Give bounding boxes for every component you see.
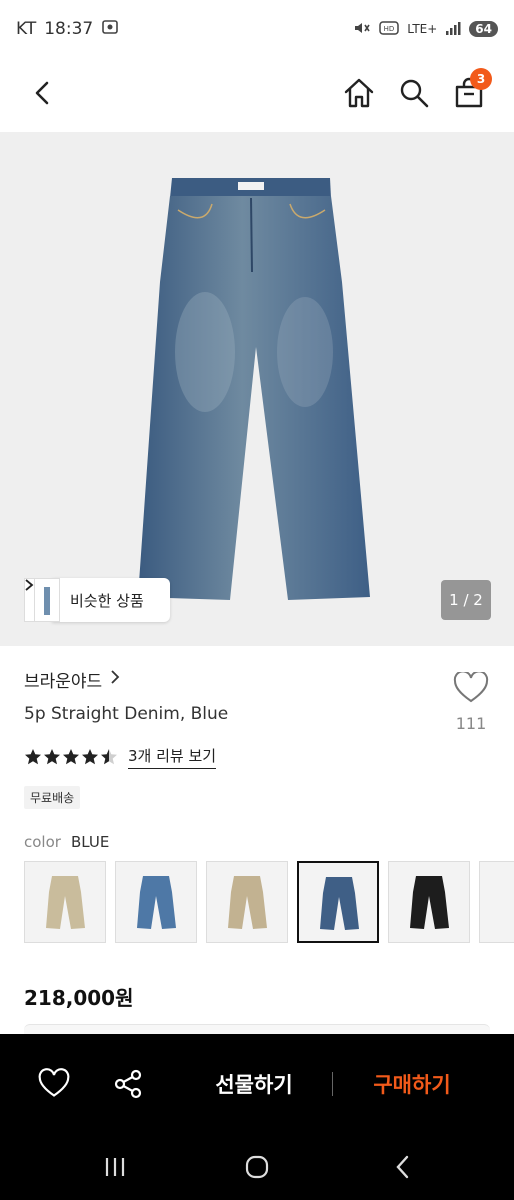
status-left: KT 18:37 <box>16 19 119 40</box>
recent-apps-icon[interactable] <box>100 1152 130 1182</box>
color-swatches <box>24 861 514 945</box>
star-icon <box>25 749 41 765</box>
color-swatch[interactable] <box>115 861 197 943</box>
color-swatch[interactable] <box>24 861 106 943</box>
cart-count-badge: 3 <box>470 68 492 90</box>
heart-icon <box>453 670 489 703</box>
page-indicator: 1 / 2 <box>441 580 491 620</box>
free-shipping-tag: 무료배송 <box>24 786 81 809</box>
home-circle-icon[interactable] <box>242 1152 272 1182</box>
review-link[interactable]: 3개 리뷰 보기 <box>128 745 217 769</box>
star-icon <box>101 749 117 765</box>
gift-button[interactable]: 선물하기 <box>176 1064 332 1104</box>
wishlist-button[interactable] <box>452 670 490 708</box>
jeans-image <box>138 178 370 600</box>
search-icon[interactable] <box>397 76 431 110</box>
similar-pill: 비슷한 상품 <box>25 578 170 622</box>
screenshot-icon <box>101 19 119 40</box>
buy-button[interactable]: 구매하기 <box>334 1064 490 1104</box>
color-swatch[interactable] <box>479 861 514 943</box>
back-icon[interactable] <box>28 78 58 108</box>
share-button[interactable] <box>112 1068 144 1100</box>
bottom-action-bar: 선물하기 구매하기 <box>0 1034 514 1134</box>
top-nav: 3 <box>0 58 514 130</box>
brand-name: 브라운야드 <box>24 672 103 692</box>
star-icon <box>44 749 60 765</box>
color-value: BLUE <box>70 833 110 851</box>
action-divider <box>332 1072 333 1096</box>
rating-row: 3개 리뷰 보기 <box>24 745 217 769</box>
color-swatch[interactable] <box>297 861 379 943</box>
home-icon[interactable] <box>342 76 376 110</box>
star-icon <box>63 749 79 765</box>
carrier: KT <box>16 19 37 39</box>
hd-icon: HD <box>379 20 400 39</box>
wish-count: 111 <box>455 714 487 733</box>
star-rating <box>24 748 118 766</box>
heart-icon <box>38 1068 70 1097</box>
clock: 18:37 <box>44 19 94 39</box>
mute-icon <box>353 20 371 39</box>
battery-level: 64 <box>469 21 498 37</box>
system-nav-bar <box>0 1134 514 1200</box>
svg-text:HD: HD <box>384 25 395 33</box>
price: 218,000원 <box>24 986 134 1010</box>
color-swatch[interactable] <box>388 861 470 943</box>
similar-label: 비슷한 상품 <box>70 591 144 610</box>
status-bar: KT 18:37 HD LTE+ 64 <box>0 0 514 58</box>
chevron-right-icon <box>110 669 120 690</box>
product-name: 5p Straight Denim, Blue <box>24 704 229 724</box>
back-nav-icon[interactable] <box>388 1152 418 1182</box>
brand-link[interactable]: 브라운야드 <box>24 667 120 692</box>
star-icon <box>82 749 98 765</box>
similar-products-button[interactable]: 비슷한 상품 <box>24 578 170 622</box>
like-button[interactable] <box>38 1068 70 1100</box>
signal-icon <box>445 20 461 39</box>
color-label: color <box>24 833 61 851</box>
status-right: HD LTE+ 64 <box>353 20 498 39</box>
share-icon <box>114 1069 142 1099</box>
product-image-gallery[interactable]: 비슷한 상품 1 / 2 <box>0 132 514 646</box>
color-swatch[interactable] <box>206 861 288 943</box>
network-type: LTE+ <box>407 22 438 36</box>
color-row: color BLUE <box>24 833 109 851</box>
